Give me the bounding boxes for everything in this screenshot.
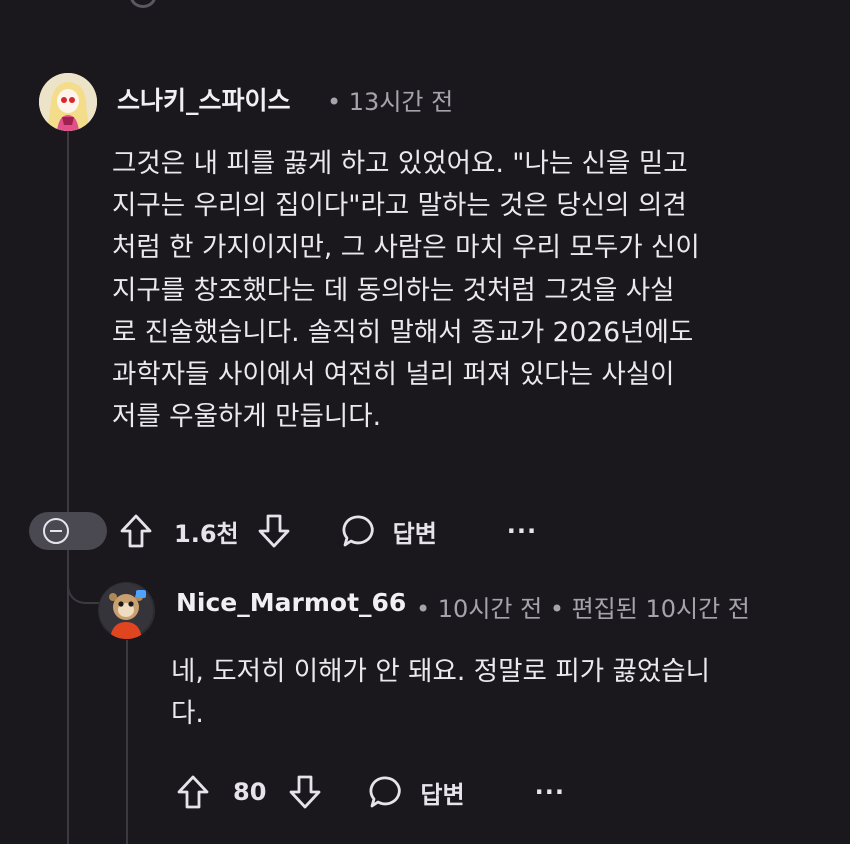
reply-line: 네, 도저히 이해가 안 돼요. 정말로 피가 끓었습니 <box>171 656 711 687</box>
minus-circle-icon <box>43 518 69 544</box>
comment-line: 처럼 한 가지이지만, 그 사람은 마치 우리 모두가 신이 <box>112 232 700 264</box>
thread-line[interactable] <box>126 640 128 844</box>
reply-timestamp: • 10시간 전 • 편집된 10시간 전 <box>416 595 750 623</box>
downvote-arrow-icon[interactable] <box>257 513 291 549</box>
vote-count: 1.6천 <box>174 519 239 548</box>
comment-bubble-icon[interactable] <box>341 512 379 550</box>
comment-bubble-icon[interactable] <box>368 773 406 811</box>
reply-author[interactable]: Nice_Marmot_66 <box>176 588 406 617</box>
upvote-arrow-icon[interactable] <box>119 513 153 549</box>
comment-line: 그것은 내 피를 끓게 하고 있었어요. "나는 신을 믿고 <box>112 148 688 179</box>
comment-line: 과학자들 사이에서 여전히 널리 퍼져 있다는 사실이 <box>112 359 675 391</box>
more-options-icon[interactable]: ··· <box>507 517 537 545</box>
more-options-icon[interactable]: ··· <box>535 778 565 806</box>
comment-author[interactable]: 스나키_스파이스 <box>117 81 291 117</box>
comment-timestamp: • 13시간 전 <box>327 88 454 116</box>
collapse-button[interactable] <box>29 512 107 550</box>
comment-actions: 1.6천 답변 ··· <box>29 512 537 550</box>
comment-line: 저를 우울하게 만듭니다. <box>112 401 382 433</box>
reply-body: 네, 도저히 이해가 안 돼요. 정말로 피가 끓었습니 다. <box>171 651 710 735</box>
vote-count: 80 <box>233 778 267 806</box>
reply-button[interactable]: 답변 <box>393 514 437 549</box>
comment-body: 그것은 내 피를 끓게 하고 있었어요. "나는 신을 믿고 지구는 우리의 집… <box>112 143 700 438</box>
reply-line: 다. <box>171 698 204 730</box>
comment-line: 지구를 창조했다는 데 동의하는 것처럼 그것을 사실 <box>112 274 675 306</box>
upvote-arrow-icon[interactable] <box>176 774 210 810</box>
thread-connector <box>67 548 101 604</box>
comment-line: 로 진술했습니다. 솔직히 말해서 종교가 2026년에도 <box>112 316 694 348</box>
avatar[interactable] <box>98 582 155 639</box>
comment-thread: 스나키_스파이스 • 13시간 전 그것은 내 피를 끓게 하고 있었어요. "… <box>0 0 850 844</box>
reply-actions: 80 답변 ··· <box>176 773 565 811</box>
comment-line: 지구는 우리의 집이다"라고 말하는 것은 당신의 의견 <box>112 190 687 222</box>
partial-icon <box>130 0 156 8</box>
avatar[interactable] <box>39 73 97 131</box>
thread-line[interactable] <box>67 128 69 523</box>
downvote-arrow-icon[interactable] <box>288 774 322 810</box>
reply-button[interactable]: 답변 <box>420 775 464 810</box>
